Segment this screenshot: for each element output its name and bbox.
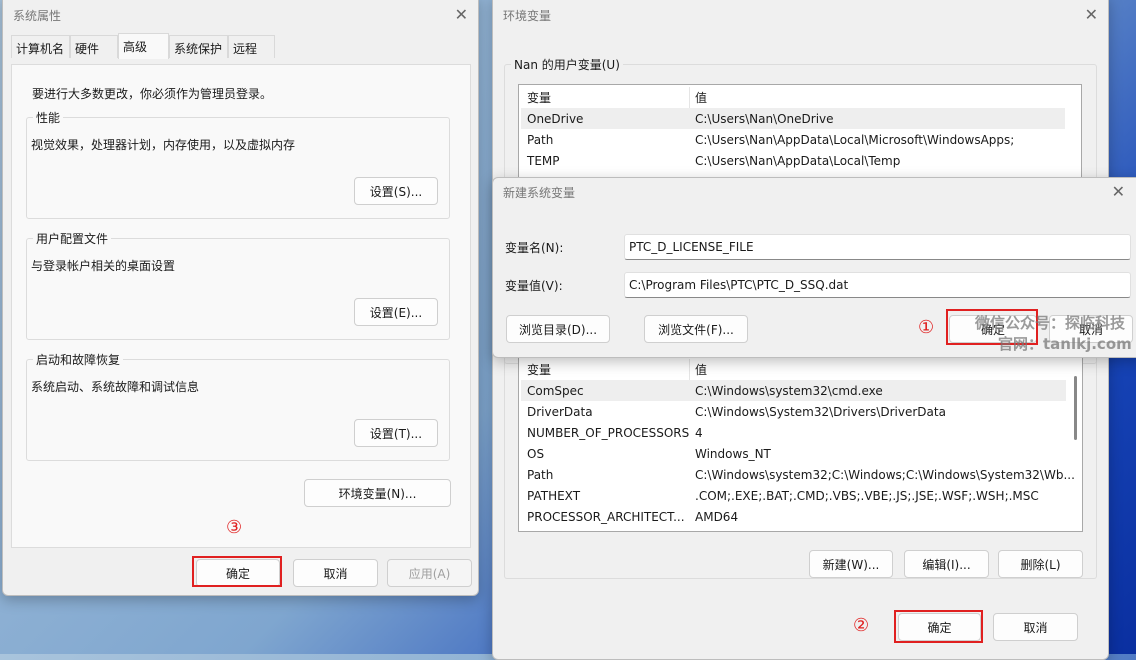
cell: C:\Users\Nan\AppData\Local\Microsoft\Win… <box>695 132 1015 147</box>
cell: OneDrive <box>527 111 584 126</box>
step-1-marker: ① <box>918 317 935 338</box>
dialog-title: 新建系统变量 <box>503 186 576 200</box>
group-desc: 系统启动、系统故障和调试信息 <box>31 380 200 394</box>
close-icon[interactable]: ✕ <box>455 5 468 24</box>
list-item[interactable]: OneDrive C:\Users\Nan\OneDrive <box>521 108 1065 129</box>
list-header: 变量 值 <box>521 359 1066 380</box>
cell: C:\Windows\system32\cmd.exe <box>695 383 883 398</box>
column-variable[interactable]: 变量 <box>527 89 551 106</box>
admin-notice: 要进行大多数更改，你必须作为管理员登录。 <box>32 87 273 101</box>
browse-file-button[interactable]: 浏览文件(F)... <box>644 315 748 343</box>
cell: DriverData <box>527 404 593 419</box>
user-profile-group: 用户配置文件 与登录帐户相关的桌面设置 设置(E)... <box>26 230 450 340</box>
cell: C:\Users\Nan\AppData\Local\Temp <box>695 153 901 168</box>
list-item[interactable]: PROCESSOR_ARCHITECT... AMD64 <box>521 506 1066 527</box>
apply-button[interactable]: 应用(A) <box>387 559 472 587</box>
step-2-marker: ② <box>853 615 870 636</box>
new-system-variable-dialog: 新建系统变量 ✕ 变量名(N): PTC_D_LICENSE_FILE 变量值(… <box>492 177 1136 358</box>
cell: C:\Users\Nan\OneDrive <box>695 111 834 126</box>
cell: PROCESSOR_ARCHITECT... <box>527 509 685 524</box>
cell: NUMBER_OF_PROCESSORS <box>527 425 690 440</box>
highlight-box <box>894 610 983 643</box>
list-item[interactable]: NUMBER_OF_PROCESSORS 4 <box>521 422 1066 443</box>
system-properties-dialog: 系统属性 ✕ 计算机名 硬件 高级 系统保护 远程 要进行大多数更改，你必须作为… <box>2 0 479 596</box>
cell: C:\Windows\System32\Drivers\DriverData <box>695 404 946 419</box>
performance-group: 性能 视觉效果，处理器计划，内存使用，以及虚拟内存 设置(S)... <box>26 109 450 219</box>
cell: C:\Windows\system32;C:\Windows;C:\Window… <box>695 467 1075 482</box>
group-desc: 视觉效果，处理器计划，内存使用，以及虚拟内存 <box>31 138 296 152</box>
variable-value-label: 变量值(V): <box>505 279 563 293</box>
list-header: 变量 值 <box>521 87 1065 108</box>
list-item[interactable]: DriverData C:\Windows\System32\Drivers\Dr… <box>521 401 1066 422</box>
cell: 4 <box>695 425 703 440</box>
cancel-button[interactable]: 取消 <box>993 613 1078 641</box>
list-item[interactable]: Path C:\Users\Nan\AppData\Local\Microsoft… <box>521 129 1065 150</box>
group-label: 性能 <box>33 109 64 126</box>
new-variable-button[interactable]: 新建(W)... <box>809 550 893 578</box>
tab-advanced[interactable]: 高级 <box>118 33 169 59</box>
list-item[interactable]: ComSpec C:\Windows\system32\cmd.exe <box>521 380 1066 401</box>
system-variables-list[interactable]: 变量 值 ComSpec C:\Windows\system32\cmd.exe D… <box>518 358 1083 532</box>
tab-hardware[interactable]: 硬件 <box>70 35 118 58</box>
profile-settings-button[interactable]: 设置(E)... <box>354 298 438 326</box>
cell: Path <box>527 132 554 147</box>
tab-remote[interactable]: 远程 <box>228 35 275 58</box>
list-item[interactable]: OS Windows_NT <box>521 443 1066 464</box>
cell: TEMP <box>527 153 560 168</box>
tab-system-protection[interactable]: 系统保护 <box>169 35 228 58</box>
list-item[interactable]: PATHEXT .COM;.EXE;.BAT;.CMD;.VBS;.VBE;.JS… <box>521 485 1066 506</box>
group-desc: 与登录帐户相关的桌面设置 <box>31 259 176 273</box>
group-label: Nan 的用户变量(U) <box>511 56 623 73</box>
variable-name-input[interactable]: PTC_D_LICENSE_FILE <box>624 234 1131 260</box>
watermark-line2: 官网：tanlkj.com <box>998 335 1132 353</box>
variable-value-input[interactable]: C:\Program Files\PTC\PTC_D_SSQ.dat <box>624 272 1131 298</box>
delete-variable-button[interactable]: 删除(L) <box>998 550 1083 578</box>
cell: PATHEXT <box>527 488 581 503</box>
column-value[interactable]: 值 <box>695 361 707 378</box>
edit-variable-button[interactable]: 编辑(I)... <box>904 550 989 578</box>
dialog-title: 系统属性 <box>13 9 62 23</box>
step-3-marker: ③ <box>226 517 243 538</box>
cell: Windows_NT <box>695 446 771 461</box>
list-item[interactable]: Path C:\Windows\system32;C:\Windows;C:\Wi… <box>521 464 1075 485</box>
cell: Path <box>527 467 554 482</box>
tab-panel: 要进行大多数更改，你必须作为管理员登录。 性能 视觉效果，处理器计划，内存使用，… <box>11 64 471 548</box>
close-icon[interactable]: ✕ <box>1112 182 1125 201</box>
dialog-title: 环境变量 <box>503 9 552 23</box>
column-variable[interactable]: 变量 <box>527 361 551 378</box>
group-label: 启动和故障恢复 <box>33 351 124 368</box>
cancel-button[interactable]: 取消 <box>293 559 378 587</box>
variable-name-label: 变量名(N): <box>505 241 564 255</box>
watermark-line1: 微信公众号：探临科技 <box>975 314 1126 332</box>
close-icon[interactable]: ✕ <box>1085 5 1098 24</box>
browse-directory-button[interactable]: 浏览目录(D)... <box>506 315 610 343</box>
environment-variables-button[interactable]: 环境变量(N)... <box>304 479 451 507</box>
cell: AMD64 <box>695 509 739 524</box>
startup-recovery-group: 启动和故障恢复 系统启动、系统故障和调试信息 设置(T)... <box>26 351 450 461</box>
performance-settings-button[interactable]: 设置(S)... <box>354 177 438 205</box>
cell: ComSpec <box>527 383 584 398</box>
group-label: 用户配置文件 <box>33 230 112 247</box>
scrollbar-thumb[interactable] <box>1074 376 1077 440</box>
cell: OS <box>527 446 545 461</box>
startup-settings-button[interactable]: 设置(T)... <box>354 419 438 447</box>
cell: .COM;.EXE;.BAT;.CMD;.VBS;.VBE;.JS;.JSE;.… <box>695 488 1039 503</box>
column-value[interactable]: 值 <box>695 89 707 106</box>
tab-computer-name[interactable]: 计算机名 <box>11 35 70 58</box>
highlight-box <box>192 556 282 587</box>
list-item[interactable]: TEMP C:\Users\Nan\AppData\Local\Temp <box>521 150 1065 171</box>
user-variables-list[interactable]: 变量 值 OneDrive C:\Users\Nan\OneDrive Path C:… <box>518 84 1082 184</box>
